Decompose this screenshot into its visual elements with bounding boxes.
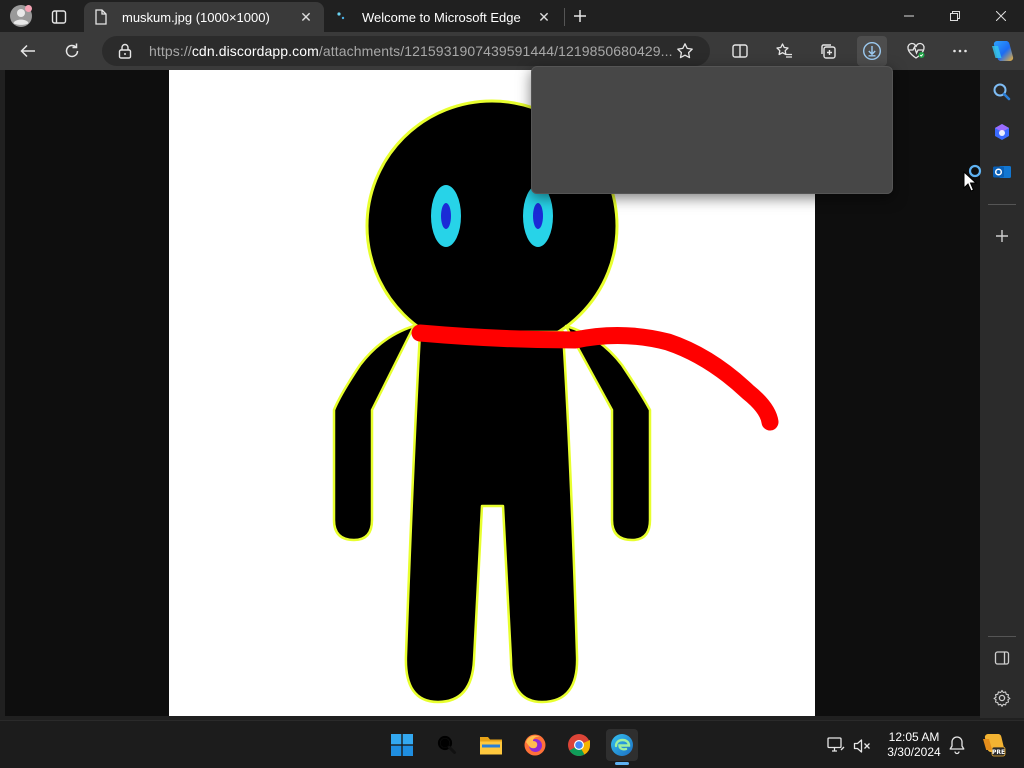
download-icon: [862, 41, 882, 61]
minimize-button[interactable]: [886, 0, 932, 32]
favorites-icon: [776, 43, 792, 58]
copilot-icon: [992, 41, 1014, 61]
more-icon: [953, 49, 967, 53]
close-tab-icon[interactable]: ✕: [536, 9, 552, 25]
refresh-button[interactable]: [57, 36, 87, 66]
tab-title: Welcome to Microsoft Edge: [362, 9, 521, 25]
settings-and-more-button[interactable]: [945, 36, 975, 66]
active-app-indicator: [615, 762, 629, 765]
lock-icon[interactable]: [118, 43, 132, 64]
clock-date: 3/30/2024: [887, 745, 941, 759]
restore-icon: [950, 11, 960, 21]
close-window-button[interactable]: [978, 0, 1024, 32]
windows-taskbar: 12:05 AM 3/30/2024 PRE: [0, 720, 1024, 768]
copilot-sidebar-icon: [995, 124, 1009, 140]
address-bar[interactable]: https://cdn.discordapp.com/attachments/1…: [102, 36, 710, 66]
edge-sparkle-icon: [336, 11, 354, 23]
minimize-icon: [904, 15, 914, 17]
taskbar-chrome[interactable]: [563, 729, 595, 761]
split-screen-icon: [732, 44, 748, 58]
taskbar-firefox[interactable]: [519, 729, 551, 761]
gear-icon: [993, 689, 1011, 707]
clock-time: 12:05 AM: [888, 730, 940, 744]
downloads-flyout: [531, 66, 893, 194]
sidebar-loading-icon: [968, 164, 982, 178]
taskbar-edge[interactable]: [606, 729, 638, 765]
arrow-left-icon: [20, 44, 35, 58]
taskbar-clock[interactable]: 12:05 AM 3/30/2024: [880, 730, 948, 760]
taskbar-file-explorer[interactable]: [475, 729, 507, 761]
chrome-icon: [568, 734, 590, 756]
notification-bell-icon[interactable]: [948, 735, 966, 755]
close-tab-icon[interactable]: ✕: [298, 9, 314, 25]
tab-strip: muskum.jpg (1000×1000) ✕ Welcome to Micr…: [0, 0, 1024, 32]
refresh-icon: [65, 43, 79, 58]
plus-icon: [996, 230, 1008, 242]
sidebar-settings-button[interactable]: [990, 686, 1014, 710]
tab-actions-icon[interactable]: [48, 6, 70, 28]
star-icon: [677, 43, 693, 59]
edge-icon: [611, 734, 633, 756]
sidebar-hide-button[interactable]: [990, 646, 1014, 670]
collections-icon: [821, 44, 836, 59]
sidebar-outlook-button[interactable]: [990, 160, 1014, 184]
folder-icon: [480, 737, 502, 755]
favorites-button[interactable]: [769, 36, 799, 66]
copilot-preview-icon[interactable]: PRE: [980, 732, 1006, 758]
downloads-button[interactable]: [857, 36, 887, 66]
start-button[interactable]: [386, 729, 418, 761]
sidebar-copilot-button[interactable]: [990, 120, 1014, 144]
split-screen-button[interactable]: [725, 36, 755, 66]
plus-icon: [574, 10, 586, 22]
profile-avatar-icon[interactable]: [9, 4, 33, 28]
outlook-icon: [993, 166, 1011, 178]
search-icon: [993, 83, 1011, 101]
page-document-icon: [94, 9, 112, 25]
windows-logo-icon: [391, 734, 413, 756]
copilot-button[interactable]: [986, 36, 1016, 66]
edge-sidebar: [968, 70, 1024, 718]
tray-network-icon[interactable]: [827, 737, 845, 753]
back-button[interactable]: [13, 36, 43, 66]
tab-title: muskum.jpg (1000×1000): [122, 9, 270, 25]
taskbar-search-button[interactable]: [431, 729, 463, 761]
restore-button[interactable]: [932, 0, 978, 32]
browser-toolbar: https://cdn.discordapp.com/attachments/1…: [0, 32, 1024, 70]
search-icon: [437, 735, 456, 754]
tab-separator: [564, 8, 565, 26]
address-url: https://cdn.discordapp.com/attachments/1…: [149, 43, 673, 59]
new-tab-button[interactable]: [568, 5, 592, 27]
add-favorite-button[interactable]: [676, 42, 694, 65]
browser-essentials-button[interactable]: [901, 36, 931, 66]
tab-welcome-edge[interactable]: Welcome to Microsoft Edge ✕: [326, 2, 562, 32]
sidebar-divider: [988, 636, 1016, 637]
svg-text:PRE: PRE: [992, 749, 1005, 756]
sidebar-panel-icon: [994, 651, 1010, 665]
sidebar-search-button[interactable]: [990, 80, 1014, 104]
close-icon: [996, 11, 1006, 21]
tab-muskum[interactable]: muskum.jpg (1000×1000) ✕: [84, 2, 324, 32]
tray-volume-muted-icon[interactable]: [853, 738, 871, 754]
collections-button[interactable]: [813, 36, 843, 66]
browser-essentials-icon: [907, 42, 925, 59]
firefox-icon: [524, 734, 546, 756]
sidebar-add-button[interactable]: [990, 224, 1014, 248]
sidebar-divider: [988, 204, 1016, 205]
